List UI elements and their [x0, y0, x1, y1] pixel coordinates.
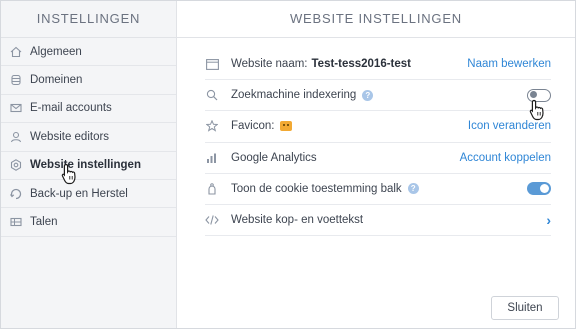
- browser-window-icon: [205, 58, 219, 70]
- hand-cursor-icon: [61, 163, 76, 185]
- setting-google-analytics: Google Analytics Account koppelen: [205, 143, 551, 174]
- toggle-knob: [530, 91, 537, 99]
- help-icon[interactable]: ?: [362, 89, 374, 101]
- cookie-bar-toggle[interactable]: [527, 182, 551, 196]
- sidebar-item-label: Domeinen: [30, 74, 83, 87]
- setting-search-indexing: Zoekmachine indexering ?: [205, 80, 551, 112]
- sidebar: INSTELLINGEN Algemeen Domeinen E-mail ac…: [1, 1, 177, 328]
- search-icon: [205, 89, 219, 101]
- sidebar-list: Algemeen Domeinen E-mail accounts Websit…: [1, 38, 176, 237]
- sidebar-item-label: Talen: [30, 216, 58, 229]
- toggle-knob: [540, 184, 549, 194]
- database-icon: [9, 73, 23, 87]
- sidebar-item-label: Back-up en Herstel: [30, 187, 128, 200]
- setting-label: Website kop- en voettekst: [231, 214, 364, 227]
- flag-icon: [9, 215, 23, 229]
- hand-cursor-icon: [529, 99, 544, 121]
- envelope-icon: [9, 101, 23, 115]
- sidebar-item-label: Website editors: [30, 130, 110, 143]
- sidebar-item-algemeen[interactable]: Algemeen: [1, 38, 176, 67]
- bar-chart-icon: [205, 152, 219, 164]
- chevron-right-icon[interactable]: ›: [546, 212, 551, 228]
- setting-label: Website naam:: [231, 58, 308, 71]
- setting-label: Zoekmachine indexering: [231, 89, 357, 102]
- sidebar-item-website-editors[interactable]: Website editors: [1, 123, 176, 152]
- gear-icon: [9, 158, 23, 172]
- setting-label: Favicon:: [231, 120, 275, 133]
- sidebar-item-website-instellingen[interactable]: Website instellingen: [1, 152, 176, 180]
- sidebar-item-talen[interactable]: Talen: [1, 208, 176, 237]
- sidebar-title: INSTELLINGEN: [1, 1, 176, 38]
- settings-list: Website naam: Test-tess2016-test Naam be…: [205, 49, 551, 237]
- setting-label: Google Analytics: [231, 151, 317, 164]
- setting-label: Toon de cookie toestemming balk: [231, 182, 402, 195]
- sidebar-item-domeinen[interactable]: Domeinen: [1, 66, 176, 95]
- setting-favicon: Favicon: Icon veranderen: [205, 111, 551, 143]
- change-icon-link[interactable]: Icon veranderen: [468, 120, 551, 132]
- code-icon: [205, 214, 219, 226]
- sidebar-item-label: Website instellingen: [30, 159, 141, 172]
- cookie-icon: [205, 183, 219, 195]
- favicon-preview-icon: [280, 121, 293, 132]
- setting-cookie-bar: Toon de cookie toestemming balk ?: [205, 174, 551, 205]
- backup-icon: [9, 187, 23, 201]
- sidebar-item-email-accounts[interactable]: E-mail accounts: [1, 95, 176, 124]
- settings-window: INSTELLINGEN Algemeen Domeinen E-mail ac…: [0, 0, 576, 329]
- edit-name-link[interactable]: Naam bewerken: [467, 58, 551, 70]
- close-button[interactable]: Sluiten: [491, 296, 559, 320]
- user-icon: [9, 130, 23, 144]
- link-account-link[interactable]: Account koppelen: [460, 152, 551, 164]
- setting-website-name: Website naam: Test-tess2016-test Naam be…: [205, 49, 551, 81]
- sidebar-item-backup-herstel[interactable]: Back-up en Herstel: [1, 180, 176, 209]
- sidebar-item-label: E-mail accounts: [30, 102, 112, 115]
- main-panel: WEBSITE INSTELLINGEN Website naam: Test-…: [177, 1, 575, 328]
- page-title: WEBSITE INSTELLINGEN: [177, 1, 575, 38]
- star-icon: [205, 120, 219, 133]
- home-icon: [9, 45, 23, 59]
- help-icon[interactable]: ?: [407, 183, 419, 195]
- sidebar-item-label: Algemeen: [30, 45, 82, 58]
- setting-header-footer[interactable]: Website kop- en voettekst ›: [205, 205, 551, 237]
- website-name-value: Test-tess2016-test: [311, 58, 412, 71]
